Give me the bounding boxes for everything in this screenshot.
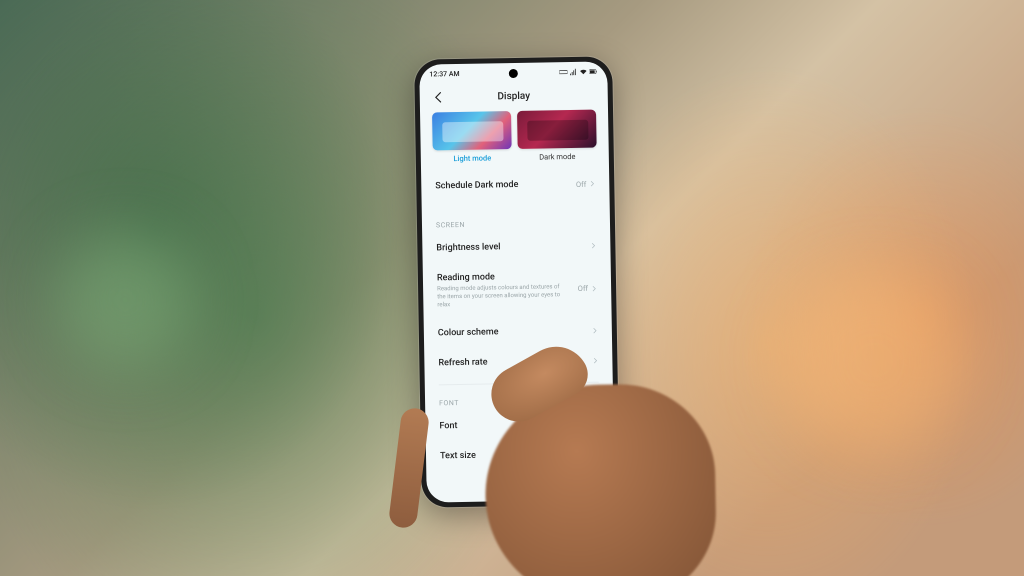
chevron-right-icon	[592, 328, 598, 334]
row-title: Schedule Dark mode	[435, 180, 518, 191]
chevron-right-icon	[591, 285, 597, 291]
status-time: 12:37 AM	[429, 70, 459, 79]
row-text-size[interactable]: Text size	[440, 439, 600, 472]
back-button[interactable]	[432, 90, 446, 104]
chevron-right-icon	[589, 181, 595, 187]
row-brightness-level[interactable]: Brightness level	[436, 231, 596, 264]
section-screen: SCREEN	[436, 199, 597, 234]
dark-mode-option[interactable]: Dark mode	[517, 110, 597, 162]
light-mode-option[interactable]: Light mode	[432, 111, 512, 163]
page-title: Display	[420, 89, 608, 103]
section-font: FONT	[439, 383, 599, 412]
battery-icon	[589, 68, 597, 76]
arrow-left-icon	[432, 90, 446, 104]
row-title: Reading mode	[437, 271, 567, 283]
row-title: Refresh rate	[438, 358, 487, 369]
phone-frame: 12:37 AM Display Light mode Dark mode	[414, 56, 620, 507]
row-reading-mode[interactable]: Reading mode Reading mode adjusts colour…	[437, 261, 598, 319]
row-title: Brightness level	[436, 242, 500, 253]
row-refresh-rate[interactable]: Refresh rate	[438, 346, 598, 379]
signal-icon	[569, 68, 577, 76]
wifi-icon	[579, 68, 587, 76]
chevron-right-icon	[590, 243, 596, 249]
row-colour-scheme[interactable]: Colour scheme	[438, 316, 598, 349]
row-subtitle: Reading mode adjusts colours and texture…	[437, 283, 567, 309]
volte-icon	[559, 68, 567, 76]
row-value: Off	[576, 179, 587, 188]
status-icons	[559, 68, 597, 77]
settings-list: Schedule Dark mode Off SCREEN Brightness…	[421, 166, 615, 502]
dark-mode-label: Dark mode	[539, 152, 575, 162]
light-mode-label: Light mode	[453, 153, 491, 163]
row-font[interactable]: Font	[439, 409, 599, 442]
page-header: Display	[420, 81, 608, 110]
theme-mode-row: Light mode Dark mode	[420, 107, 609, 169]
row-title: Colour scheme	[438, 328, 499, 339]
row-title: Text size	[440, 451, 476, 462]
row-title: Font	[439, 421, 457, 431]
row-schedule-dark-mode[interactable]: Schedule Dark mode Off	[435, 169, 595, 202]
phone-screen: 12:37 AM Display Light mode Dark mode	[419, 61, 615, 502]
light-mode-thumbnail	[432, 111, 512, 150]
chevron-right-icon	[593, 421, 599, 427]
chevron-right-icon	[594, 451, 600, 457]
dark-mode-thumbnail	[517, 110, 597, 149]
row-value: Off	[578, 284, 589, 293]
chevron-right-icon	[592, 358, 598, 364]
